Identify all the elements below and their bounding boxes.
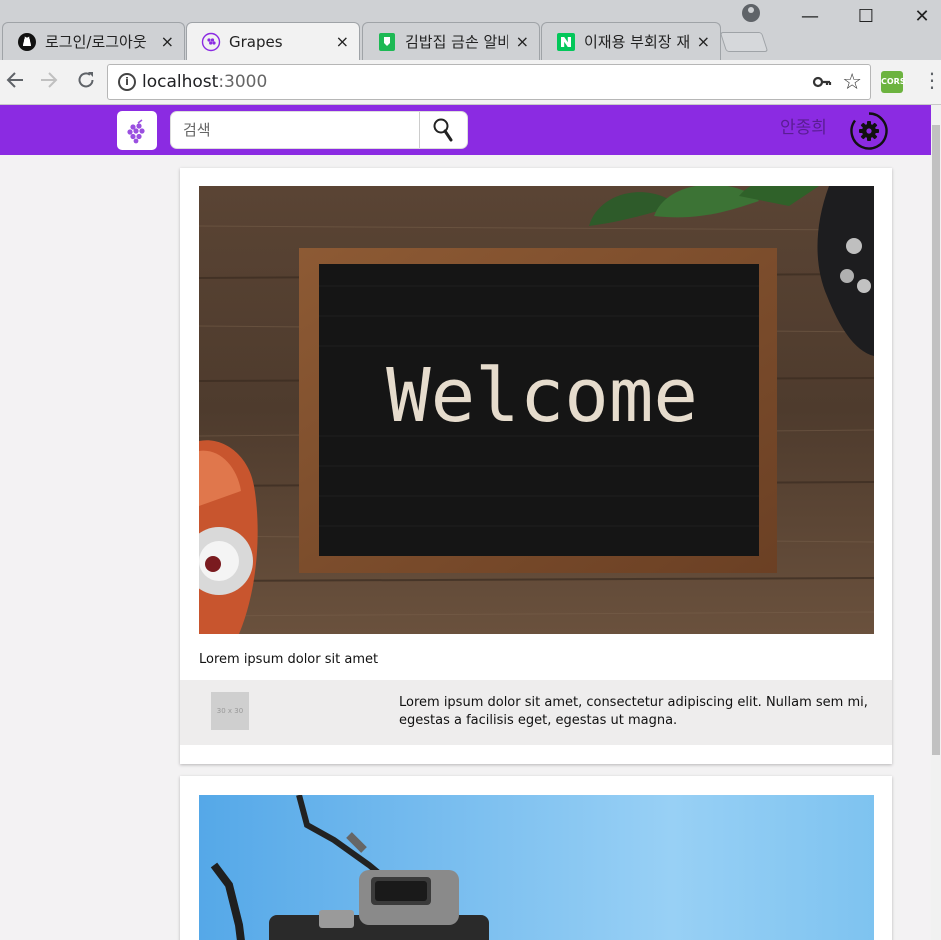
welcome-sign-text: Welcome [386,353,698,439]
tab-close-icon[interactable]: × [336,32,349,51]
tab-news-kimbap[interactable]: 김밥집 금손 알바 × [362,22,540,60]
page-viewport: 안종희 [0,105,941,940]
menu-dots-icon[interactable]: ⋮ [922,68,941,92]
tab-close-icon[interactable]: × [697,32,710,51]
browser-toolbar: i localhost:3000 ☆ CORS ⋮ [0,60,941,105]
grapes-favicon-icon [201,32,221,52]
tab-title: 로그인/로그아웃 [45,33,147,51]
tab-title: Grapes [229,32,283,51]
browser-titlebar: 로그인/로그아웃 × Grapes × 김밥집 금손 알바 × 이재용 부회장 … [0,0,941,60]
user-name[interactable]: 안종희 [780,113,827,138]
cors-extension-icon[interactable]: CORS [881,71,906,93]
settings-gear-button[interactable] [849,111,889,151]
tab-github[interactable]: 로그인/로그아웃 × [2,22,185,60]
url-text: localhost:3000 [142,72,267,92]
tab-close-icon[interactable]: × [516,32,529,51]
search-button[interactable] [420,112,468,148]
key-icon[interactable] [812,72,832,97]
app-header: 안종희 [0,105,931,155]
url-host: localhost [142,72,219,92]
tab-close-icon[interactable]: × [161,32,174,51]
url-port: :3000 [218,72,268,92]
comment-row: 30 x 30 Lorem ipsum dolor sit amet, cons… [180,680,892,745]
page-scrollbar[interactable] [931,105,941,940]
maximize-button[interactable]: ☐ [851,6,881,27]
tab-grapes[interactable]: Grapes × [186,22,360,60]
commenter-avatar[interactable]: 30 x 30 [211,692,249,730]
post-image[interactable]: Welcome [199,186,874,634]
minimize-button[interactable]: — [795,6,825,27]
site-info-icon[interactable]: i [118,73,136,91]
post-image[interactable] [199,795,874,940]
forward-arrow-icon[interactable] [36,69,62,97]
github-icon [17,32,37,52]
search-input[interactable] [171,112,419,148]
close-window-button[interactable]: ✕ [907,6,937,27]
bookmark-star-icon[interactable]: ☆ [842,70,862,95]
comment-text: Lorem ipsum dolor sit amet, consectetur … [399,695,868,728]
post-caption: Lorem ipsum dolor sit amet [199,652,379,667]
gear-icon [850,112,888,150]
new-tab-button[interactable] [719,32,769,52]
search-icon [433,118,453,142]
search-box [170,111,468,149]
grapes-logo-icon[interactable] [117,111,157,150]
address-bar[interactable]: i localhost:3000 ☆ [107,64,871,100]
back-arrow-icon[interactable] [2,69,28,97]
news-icon [377,32,397,52]
tab-naver[interactable]: 이재용 부회장 재판 × [541,22,721,60]
naver-icon [556,32,576,52]
profile-icon[interactable] [742,4,760,22]
tab-title: 이재용 부회장 재판 [584,33,689,51]
post-card [180,776,892,940]
reload-icon[interactable] [73,69,99,97]
tab-title: 김밥집 금손 알바 [405,33,508,51]
scrollbar-thumb[interactable] [932,125,940,755]
post-card: Welcome Lorem ipsum dolor sit amet 30 x … [180,168,892,764]
